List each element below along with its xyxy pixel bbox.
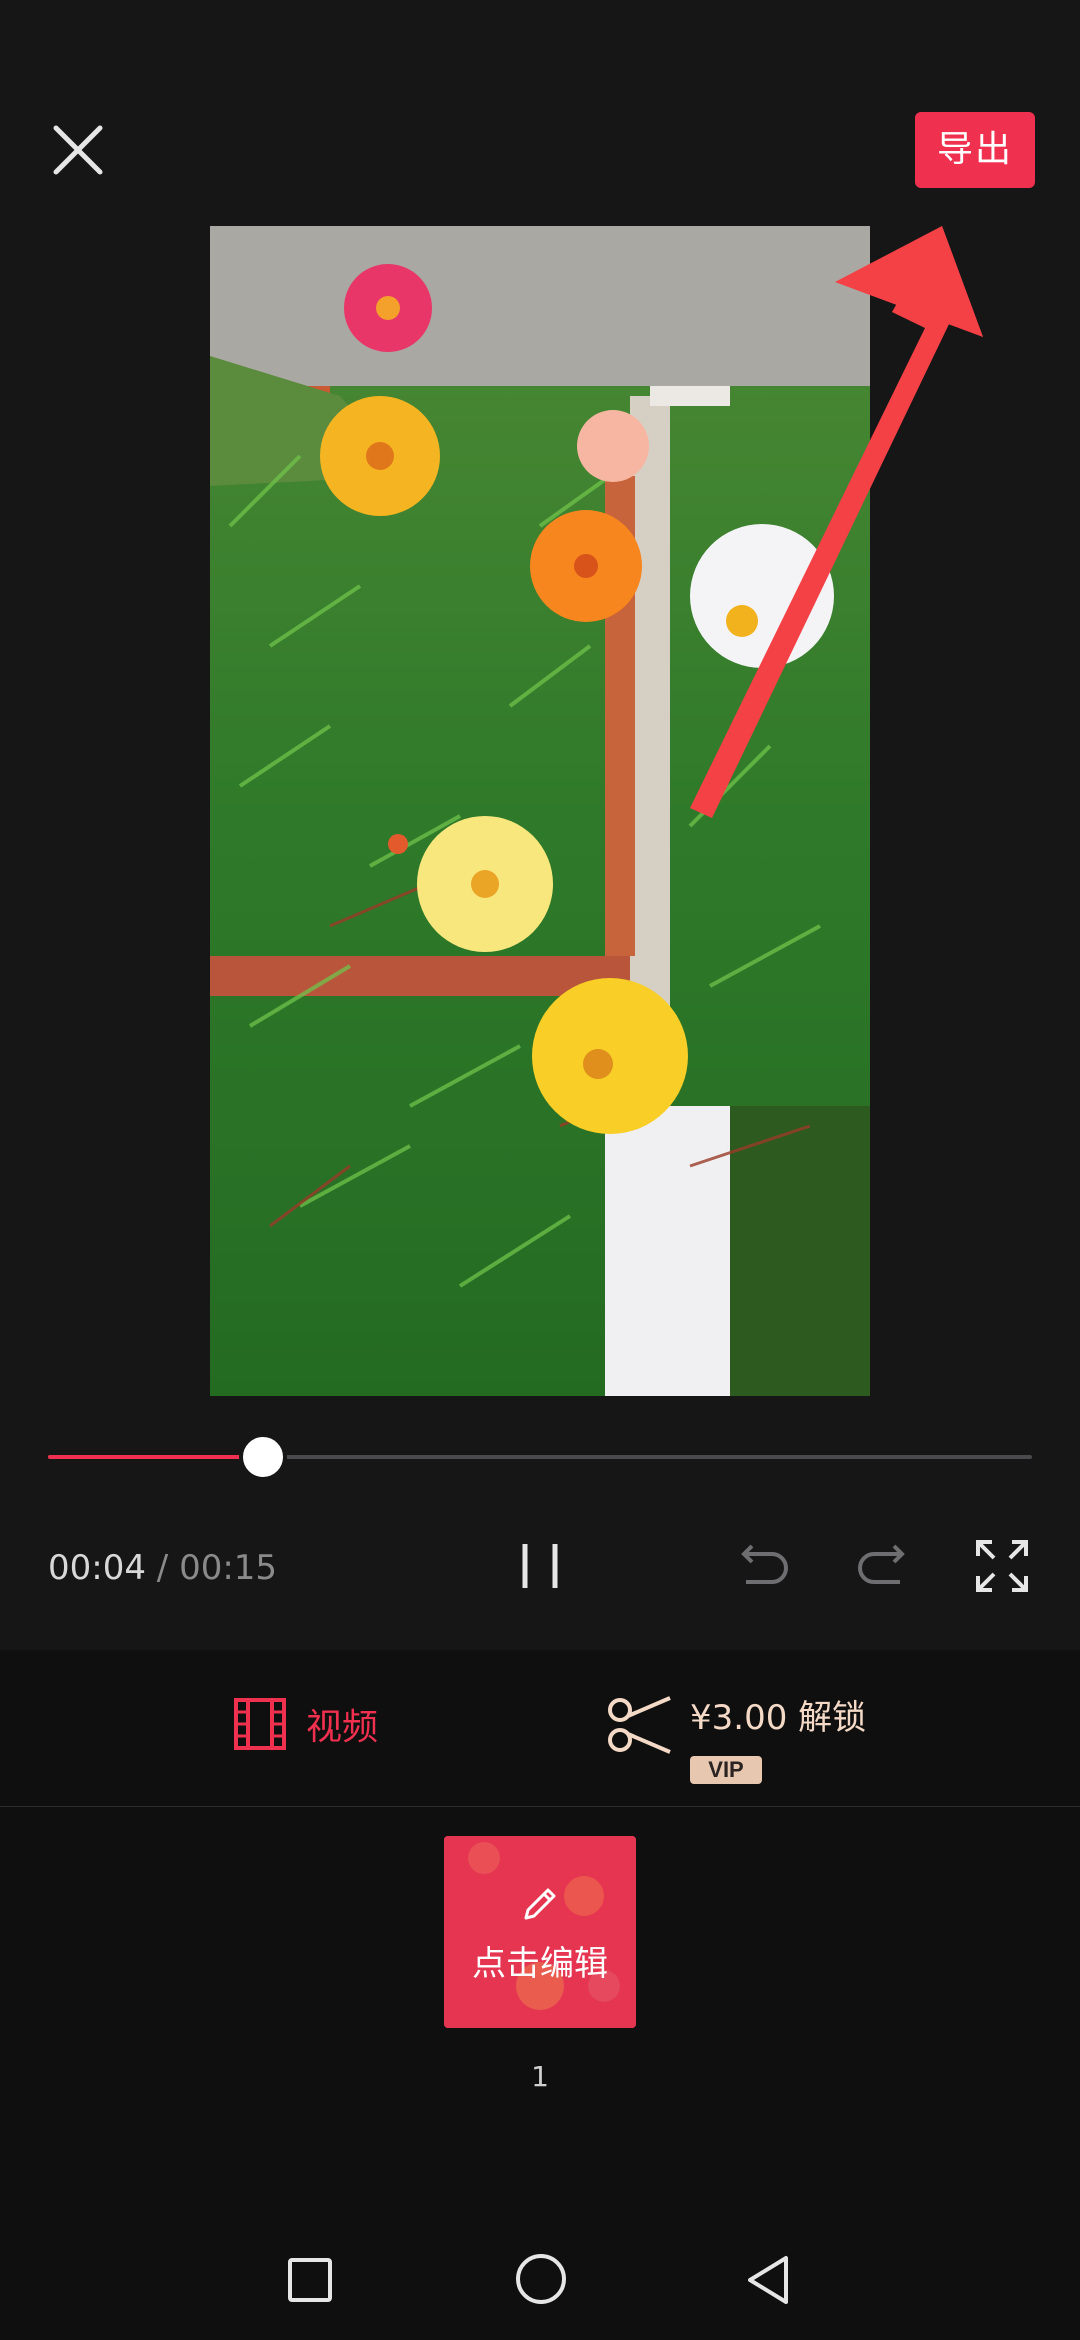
close-icon [53, 125, 103, 175]
clip-thumbnail [444, 1836, 636, 2028]
undo-icon [741, 1544, 788, 1584]
scissors-icon[interactable] [606, 1690, 674, 1758]
playback-progress-fill [48, 1455, 261, 1459]
back-icon[interactable] [742, 2252, 798, 2308]
clip-index: 1 [531, 2060, 549, 2093]
current-time: 00:04 [48, 1548, 146, 1588]
time-separator: / [156, 1548, 169, 1588]
video-frame-flowers [210, 226, 870, 1396]
tab-video-label: 视频 [306, 1707, 379, 1748]
close-button[interactable] [46, 118, 110, 182]
film-icon [234, 1698, 286, 1750]
playback-progress-track[interactable] [48, 1455, 1032, 1459]
video-preview[interactable] [210, 226, 870, 1396]
undo-button[interactable] [734, 1536, 794, 1596]
unlock-price-label[interactable]: ¥3.00 解锁 [690, 1690, 866, 1739]
fullscreen-button[interactable] [972, 1536, 1032, 1596]
tab-video[interactable]: 视频 [232, 1696, 378, 1752]
home-icon[interactable] [512, 2250, 570, 2308]
bottom-tab-bar [0, 1650, 1080, 1807]
vip-badge: VIP [690, 1756, 762, 1784]
clip-edit-label: 点击编辑 [472, 1944, 608, 1984]
redo-icon [858, 1544, 905, 1584]
export-button[interactable]: 导出 [915, 112, 1035, 188]
total-time: 00:15 [179, 1548, 278, 1588]
edit-pencil-icon [524, 1888, 556, 1920]
redo-button[interactable] [852, 1536, 912, 1596]
fullscreen-icon [976, 1540, 1028, 1592]
pause-button[interactable] [510, 1536, 570, 1596]
pause-icon [522, 1544, 558, 1588]
playback-scrubber-handle[interactable] [238, 1433, 287, 1481]
playback-time: 00:04 / 00:15 [48, 1548, 277, 1588]
recent-apps-icon[interactable] [284, 2254, 336, 2306]
clip-tile[interactable]: 点击编辑 [444, 1836, 636, 2028]
